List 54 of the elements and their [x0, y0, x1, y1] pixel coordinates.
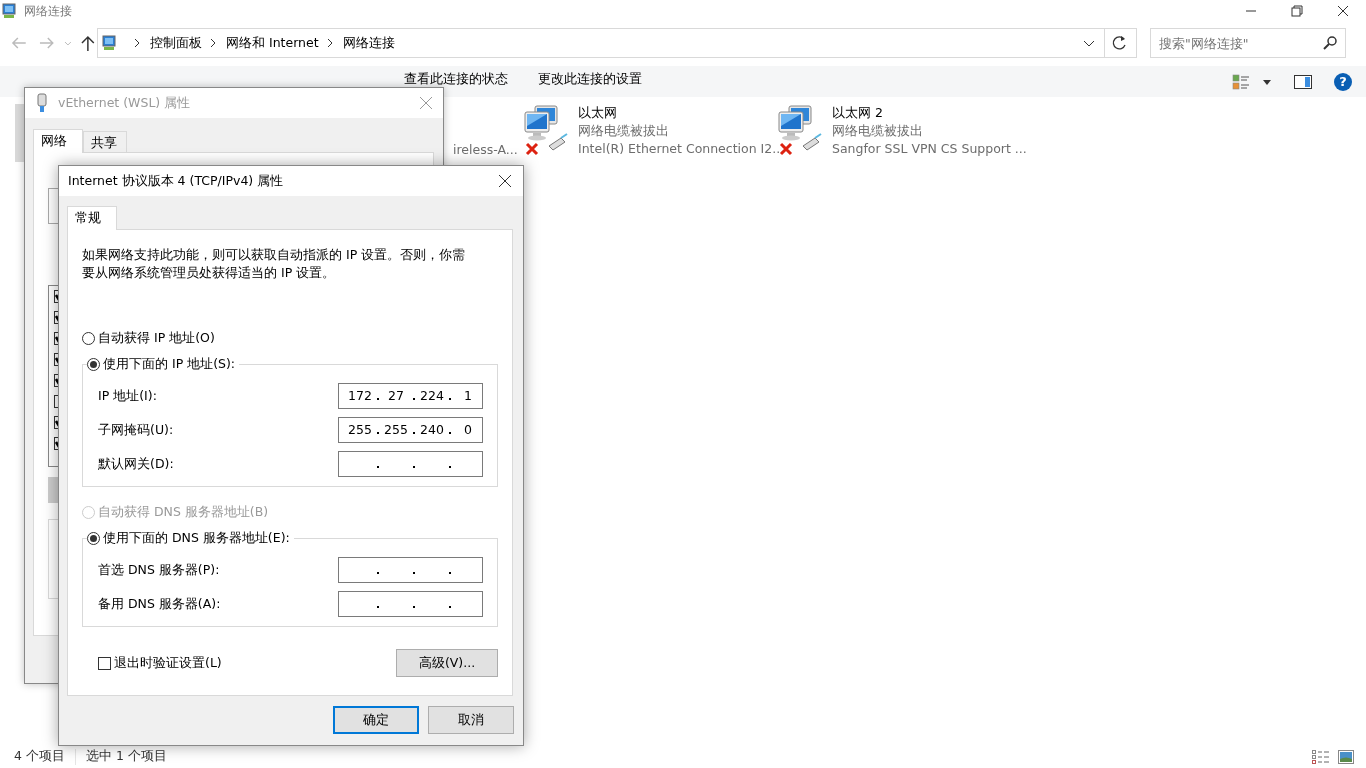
tab[interactable]: 常规: [67, 206, 117, 230]
connection-name[interactable]: 以太网 2: [832, 104, 883, 122]
checkbox[interactable]: [98, 656, 111, 670]
description-text: 如果网络支持此功能，则可以获取自动指派的 IP 设置。否则，你需要从网络系统管理员处获得适当的 IP 设置。: [82, 246, 467, 282]
connection-name[interactable]: 以太网: [578, 104, 617, 122]
field-label: IP 地址(I):: [98, 387, 157, 405]
checkbox-label: 退出时验证设置(L): [114, 654, 222, 672]
ip-address-field[interactable]: [338, 591, 483, 617]
preview-pane-icon[interactable]: [1294, 74, 1312, 89]
connection-status: 网络电缆被拔出: [832, 122, 923, 140]
field-label: 备用 DNS 服务器(A):: [98, 595, 221, 613]
ip-address-field[interactable]: [338, 451, 483, 477]
ip-address-field[interactable]: 255 255 240 0: [338, 417, 483, 443]
close-icon[interactable]: [498, 174, 512, 188]
tab[interactable]: 网络: [33, 129, 83, 153]
adapter-icon: [35, 93, 49, 113]
radio-button[interactable]: [87, 357, 100, 371]
adapter-name: Intel(R) Ethernet Connection I2...: [578, 140, 785, 158]
radio-label: 自动获得 IP 地址(O): [98, 329, 215, 347]
item-count: 4 个项目: [14, 747, 65, 766]
advanced-button[interactable]: 高级(V)...: [396, 649, 498, 677]
command-button[interactable]: 更改此连接的设置: [530, 69, 650, 88]
dialog-title: Internet 协议版本 4 (TCP/IPv4) 属性: [68, 171, 284, 190]
connection-status: 网络电缆被拔出: [578, 122, 669, 140]
command-button[interactable]: 查看此连接的状态: [396, 69, 516, 88]
cancel-button[interactable]: 取消: [428, 706, 514, 734]
radio-button[interactable]: [87, 531, 100, 545]
help-button[interactable]: ?: [1334, 72, 1352, 91]
radio-label: 使用下面的 DNS 服务器地址(E):: [103, 529, 290, 547]
search-field[interactable]: 搜索"网络连接": [1150, 28, 1346, 58]
tab[interactable]: 共享: [83, 131, 127, 152]
selection-count: 选中 1 个项目: [85, 747, 167, 766]
breadcrumb-link[interactable]: 控制面板: [150, 33, 202, 53]
window-title: 网络连接: [24, 3, 72, 20]
radio-button[interactable]: [82, 331, 95, 345]
adapter-name: ireless-A...: [453, 141, 518, 159]
breadcrumb-link[interactable]: 网络连接: [342, 33, 395, 53]
field-label: 首选 DNS 服务器(P):: [98, 561, 220, 579]
field-label: 子网掩码(U):: [98, 421, 174, 439]
details-view-icon[interactable]: [1312, 749, 1330, 764]
large-icons-view-icon[interactable]: [1338, 749, 1354, 764]
dialog-title: vEthernet (WSL) 属性: [58, 93, 191, 112]
breadcrumb-link[interactable]: 网络和 Internet: [226, 33, 319, 53]
network-folder-icon: [102, 35, 118, 51]
ok-button[interactable]: 确定: [333, 706, 419, 734]
adapter-name: Sangfor SSL VPN CS Support ...: [832, 140, 1027, 158]
caret-icon[interactable]: [1262, 77, 1272, 86]
field-label: 默认网关(D):: [98, 455, 174, 473]
radio-label: 自动获得 DNS 服务器地址(B): [98, 503, 269, 521]
view-options-icon[interactable]: [1232, 73, 1250, 90]
network-folder-icon: [2, 3, 18, 19]
radio-label: 使用下面的 IP 地址(S):: [103, 355, 236, 373]
ip-address-field[interactable]: [338, 557, 483, 583]
ip-address-field[interactable]: 172 27 224 1: [338, 383, 483, 409]
